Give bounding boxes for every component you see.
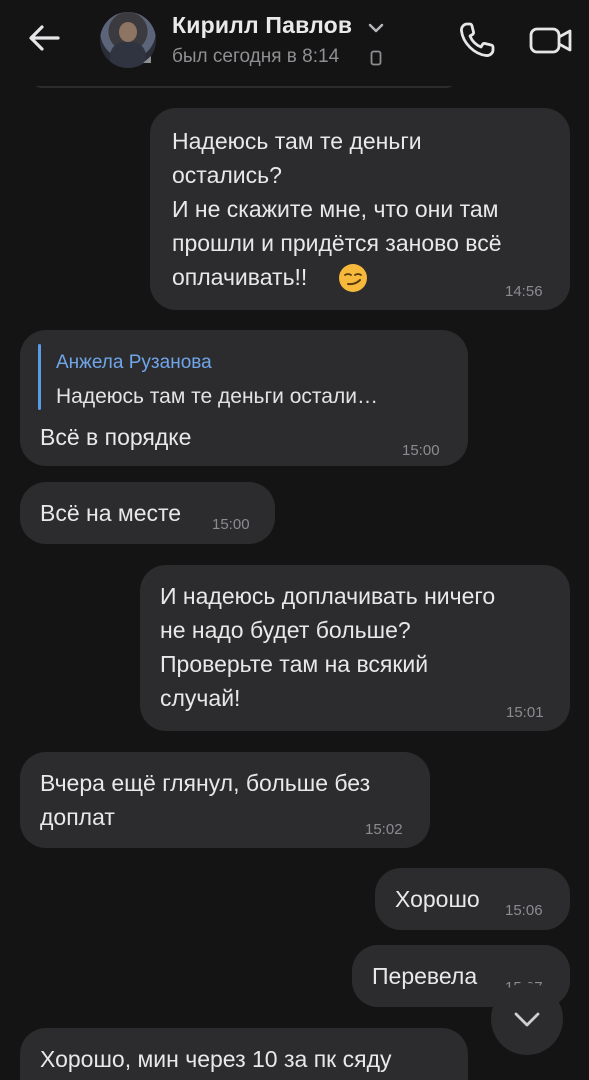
message-time: 15:00 [402, 442, 440, 459]
chevron-down-icon[interactable] [368, 22, 384, 34]
message-line: Всё на месте [40, 500, 182, 526]
message-time: 15:01 [506, 704, 544, 721]
chat-header: Кирилл Павлов был сегодня в 8:14 [0, 0, 589, 86]
message-line: оплачивать!! [172, 264, 308, 290]
message-line: доплат [40, 804, 115, 830]
message-time: 14:56 [505, 283, 543, 300]
message-outgoing[interactable]: Надеюсь там те деньги остались? И не ска… [150, 108, 570, 310]
message-line: Проверьте там на всякий [160, 651, 429, 677]
message-time: 15:06 [505, 902, 543, 919]
message-time: 15:00 [212, 516, 250, 533]
message-line: остались? [172, 162, 282, 188]
message-line: Вчера ещё глянул, больше без [40, 770, 371, 796]
back-button[interactable] [22, 18, 66, 58]
message-line: Хорошо, мин через 10 за пк сяду [40, 1046, 392, 1072]
reply-author[interactable]: Анжела Рузанова [56, 346, 212, 380]
mobile-badge-icon [143, 56, 151, 63]
call-button[interactable] [455, 18, 499, 62]
message-incoming[interactable]: Хорошо, мин через 10 за пк сяду [20, 1028, 468, 1080]
message-line: случай! [160, 685, 241, 711]
message-line: Надеюсь там те деньги [172, 128, 422, 154]
avatar-figure-body [110, 42, 146, 68]
message-time: 15:02 [365, 821, 403, 838]
arrow-left-icon [29, 25, 60, 51]
message-incoming[interactable]: Вчера ещё глянул, больше без доплат 15:0… [20, 752, 430, 848]
message-outgoing[interactable]: И надеюсь доплачивать ничего не надо буд… [140, 565, 570, 731]
avatar-figure-head [119, 22, 137, 42]
smirking-face-icon [339, 264, 367, 292]
reply-quote-text[interactable]: Надеюсь там те деньги остали… [56, 380, 378, 414]
contact-name[interactable]: Кирилл Павлов [172, 12, 352, 39]
chat-screen: Кирилл Павлов был сегодня в 8:14 Надеюсь… [0, 0, 589, 1080]
message-line: прошли и придётся заново всё [172, 230, 502, 256]
chevron-down-icon [514, 1012, 540, 1027]
phone-icon [370, 50, 382, 66]
message-line: Всё в порядке [40, 424, 192, 450]
video-call-button[interactable] [526, 20, 576, 60]
scroll-to-bottom-button[interactable] [491, 983, 563, 1055]
message-line: И не скажите мне, что они там [172, 196, 499, 222]
contact-status: был сегодня в 8:14 [172, 46, 340, 67]
message-incoming[interactable]: Всё на месте 15:00 [20, 482, 275, 544]
video-camera-icon [529, 27, 572, 54]
reply-accent-bar [38, 344, 41, 410]
phone-call-icon [460, 22, 495, 57]
message-outgoing[interactable]: Хорошо 15:06 [375, 868, 570, 930]
message-line: не надо будет больше? [160, 617, 411, 643]
message-line: Хорошо [395, 886, 480, 912]
message-line: И надеюсь доплачивать ничего [160, 583, 496, 609]
message-line: Перевела [372, 963, 478, 989]
message-incoming-reply[interactable]: Анжела Рузанова Надеюсь там те деньги ос… [20, 330, 468, 466]
